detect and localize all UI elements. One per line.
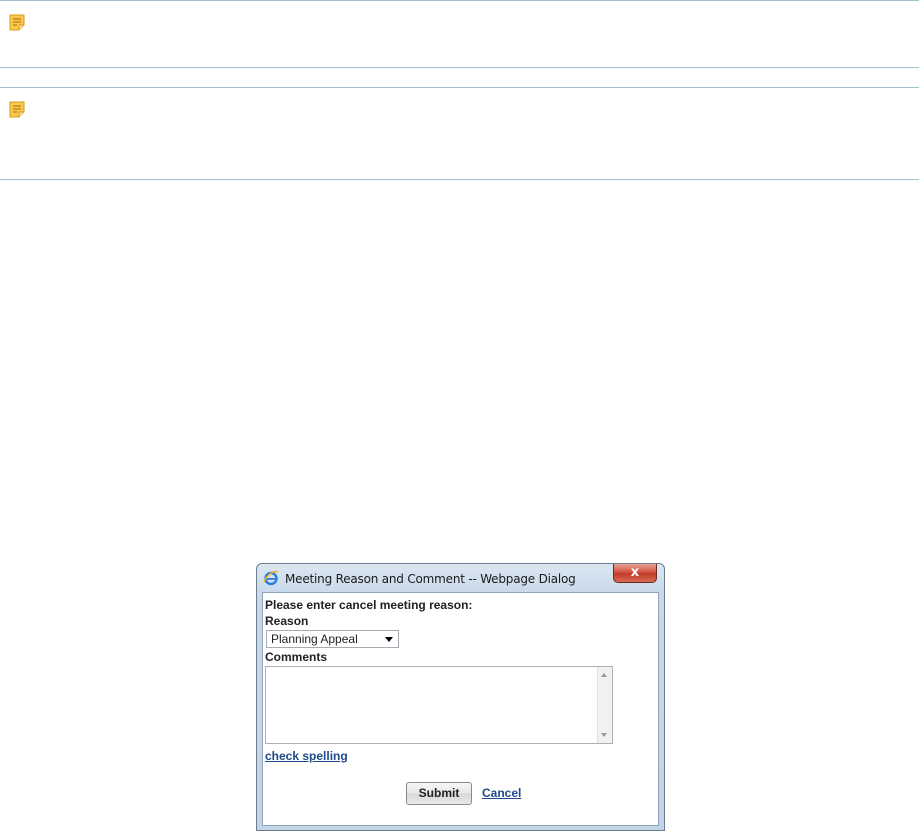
- cancel-link[interactable]: Cancel: [482, 786, 521, 800]
- reason-select[interactable]: Planning Appeal: [266, 630, 399, 648]
- chevron-down-icon: [385, 637, 393, 642]
- note-block-2: [0, 87, 919, 180]
- note-bottom-rule: [0, 67, 919, 68]
- internet-explorer-icon: [263, 570, 279, 586]
- reason-select-value: Planning Appeal: [271, 632, 358, 646]
- note-top-rule: [0, 0, 919, 1]
- note-icon: [9, 14, 25, 31]
- prompt-text: Please enter cancel meeting reason:: [265, 598, 473, 612]
- check-spelling-link[interactable]: check spelling: [265, 749, 348, 763]
- comments-label: Comments: [265, 650, 328, 664]
- scroll-down-arrow-icon[interactable]: [601, 733, 607, 737]
- dialog-title: Meeting Reason and Comment -- Webpage Di…: [285, 572, 576, 586]
- note-icon: [9, 101, 25, 118]
- note-bottom-rule: [0, 179, 919, 180]
- note-top-rule: [0, 87, 919, 88]
- dialog-content: Please enter cancel meeting reason: Reas…: [262, 592, 659, 826]
- scroll-up-arrow-icon[interactable]: [601, 673, 607, 677]
- close-icon: x: [630, 565, 640, 580]
- submit-button[interactable]: Submit: [406, 782, 472, 805]
- dialog-titlebar[interactable]: Meeting Reason and Comment -- Webpage Di…: [257, 564, 664, 592]
- comments-textarea[interactable]: [265, 666, 613, 744]
- webpage-dialog: Meeting Reason and Comment -- Webpage Di…: [256, 563, 665, 831]
- reason-label: Reason: [265, 614, 309, 628]
- close-button[interactable]: x: [613, 564, 657, 583]
- comments-scrollbar[interactable]: [597, 667, 612, 743]
- note-block-1: [0, 0, 919, 68]
